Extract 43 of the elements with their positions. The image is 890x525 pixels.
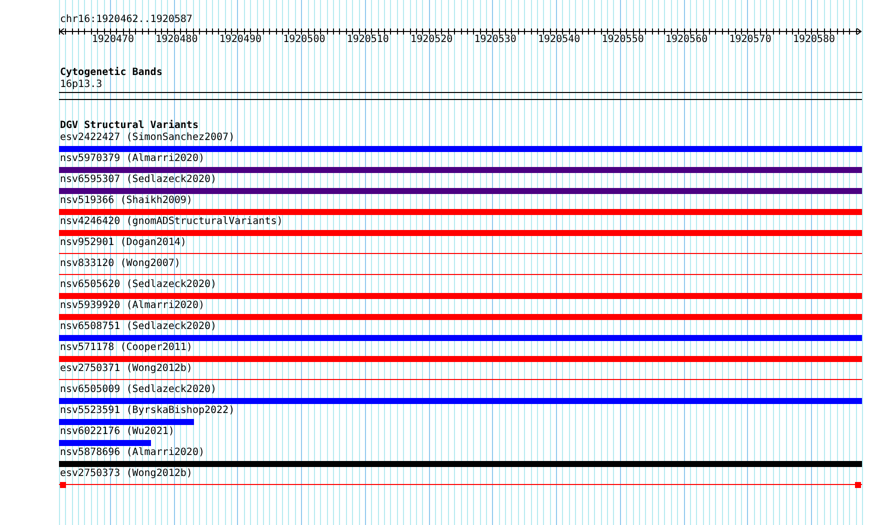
- variant-end-block: [855, 482, 861, 488]
- variant-label[interactable]: esv2422427 (SimonSanchez2007): [59, 132, 862, 144]
- variant-label[interactable]: nsv5939920 (Almarri2020): [59, 300, 862, 312]
- variant-label[interactable]: nsv833120 (Wong2007): [59, 258, 862, 270]
- variant-bar[interactable]: [59, 334, 862, 340]
- ruler-label: 1920530: [474, 34, 516, 46]
- ruler-label: 1920480: [156, 34, 198, 46]
- ruler-label: 1920540: [538, 34, 580, 46]
- ruler-label: 1920550: [602, 34, 644, 46]
- ruler-label: 1920570: [729, 34, 772, 46]
- variant-label[interactable]: nsv5523591 (ByrskaBishop2022): [59, 405, 862, 417]
- variant-label[interactable]: nsv5970379 (Almarri2020): [59, 153, 862, 165]
- ruler-label: 1920520: [410, 34, 453, 46]
- variant-label[interactable]: nsv6505009 (Sedlazeck2020): [59, 384, 862, 396]
- variant-label[interactable]: nsv6505620 (Sedlazeck2020): [59, 279, 862, 291]
- ruler-label: 1920500: [283, 34, 326, 46]
- variant-label[interactable]: esv2750373 (Wong2012b): [59, 468, 862, 480]
- variant-bar[interactable]: [59, 398, 862, 404]
- ruler-label: 1920490: [219, 34, 262, 46]
- band-label: 16p13.3: [59, 79, 104, 91]
- variant-label[interactable]: nsv6022176 (Wu2021): [59, 426, 862, 438]
- variant-bar[interactable]: [59, 146, 862, 152]
- variant-bar[interactable]: [59, 166, 862, 172]
- variant-bar[interactable]: [59, 418, 194, 424]
- variant-label[interactable]: nsv4246420 (gnomADStructuralVariants): [59, 216, 862, 228]
- variant-label[interactable]: nsv519366 (Shaikh2009): [59, 195, 862, 207]
- ruler-label: 1920580: [792, 34, 836, 46]
- track-title: Cytogenetic Bands: [59, 67, 164, 79]
- variant-label[interactable]: nsv6508751 (Sedlazeck2020): [59, 321, 862, 333]
- position-label: chr16:1920462..1920587: [59, 14, 194, 26]
- variant-bar[interactable]: [59, 188, 862, 194]
- variant-label[interactable]: nsv571178 (Cooper2011): [59, 342, 862, 354]
- variant-bar[interactable]: [59, 460, 862, 466]
- ruler-label: 1920560: [665, 34, 708, 46]
- variant-label[interactable]: esv2750371 (Wong2012b): [59, 363, 862, 375]
- track-title: DGV Structural Variants: [59, 120, 200, 132]
- ruler-label: 1920510: [346, 34, 389, 46]
- variant-label[interactable]: nsv6595307 (Sedlazeck2020): [59, 174, 862, 186]
- variant-end-block: [60, 482, 66, 488]
- variant-label[interactable]: nsv5878696 (Almarri2020): [59, 447, 862, 459]
- ruler-label: 1920470: [92, 34, 134, 46]
- variant-label[interactable]: nsv952901 (Dogan2014): [59, 237, 862, 249]
- variant-bar[interactable]: [59, 440, 151, 446]
